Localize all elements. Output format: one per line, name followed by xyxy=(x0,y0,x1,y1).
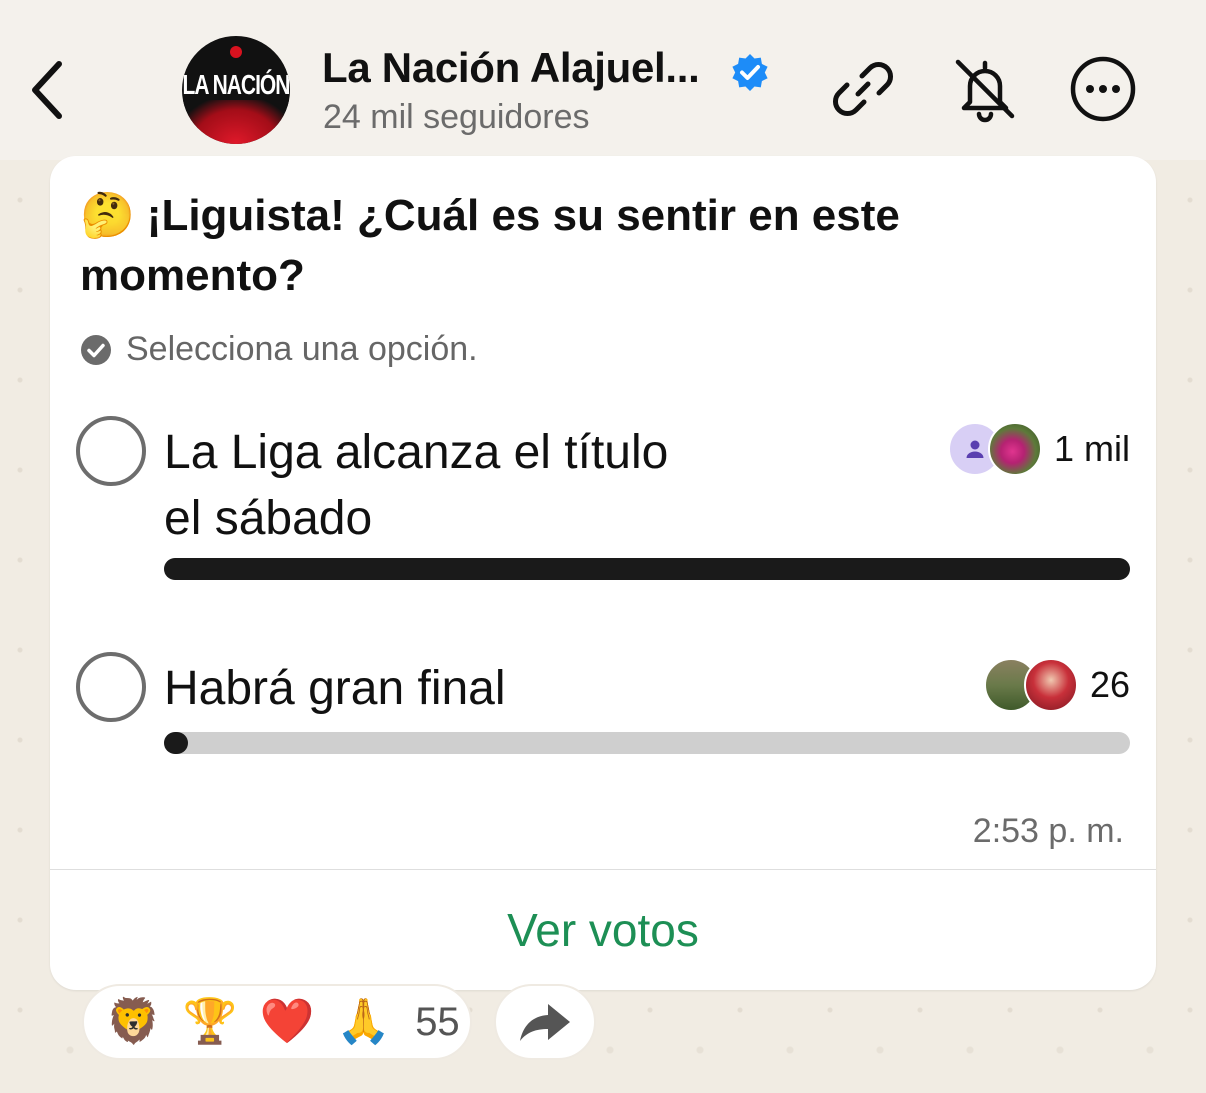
voter-avatar xyxy=(987,422,1042,476)
forward-button[interactable] xyxy=(494,984,596,1060)
channel-name[interactable]: La Nación Alajuel... xyxy=(322,44,700,92)
voter-avatar xyxy=(1023,658,1078,712)
message-timestamp: 2:53 p. m. xyxy=(972,812,1124,850)
vote-count: 26 xyxy=(1089,664,1130,705)
option-radio[interactable] xyxy=(76,416,146,486)
channel-header: LA NACIÓN La Nación Alajuel... 24 mil se… xyxy=(0,0,1206,160)
lion-icon: 🦁 xyxy=(106,997,161,1046)
back-button[interactable] xyxy=(22,58,72,122)
option-label: Habrá gran final xyxy=(164,662,506,715)
more-circle-icon xyxy=(1070,56,1136,122)
verified-badge-icon xyxy=(732,54,768,91)
folded-hands-icon: 🙏 xyxy=(336,997,392,1046)
poll-message-card: 🤔 ¡Liguista! ¿Cuál es su sentir en este m… xyxy=(50,156,1156,990)
poll-option-2[interactable]: Habrá gran final 26 xyxy=(76,652,1136,762)
poll-option-1[interactable]: La Liga alcanza el título el sábado 1 mi… xyxy=(76,416,1136,586)
copy-link-button[interactable] xyxy=(828,54,898,124)
vote-progress-bar xyxy=(164,732,1130,754)
option-voters[interactable]: 26 xyxy=(983,658,1130,712)
trophy-icon: 🏆 xyxy=(182,997,238,1046)
check-circle-icon xyxy=(81,334,111,365)
poll-hint-text: Selecciona una opción. xyxy=(126,330,478,368)
option-radio[interactable] xyxy=(76,652,146,722)
poll-question-text: ¡Liguista! ¿Cuál es su sentir en este mo… xyxy=(80,191,900,300)
view-votes-button[interactable]: Ver votos xyxy=(50,870,1156,990)
mute-button[interactable] xyxy=(950,54,1020,124)
chevron-left-icon xyxy=(32,61,62,119)
vote-count: 1 mil xyxy=(1053,428,1130,469)
more-options-button[interactable] xyxy=(1068,54,1138,124)
reaction-count: 55 xyxy=(415,999,460,1044)
heart-icon: ❤️ xyxy=(259,997,315,1046)
link-icon xyxy=(833,62,893,116)
reactions-pill[interactable]: 🦁 🏆 ❤️ 🙏 55 xyxy=(82,984,472,1060)
option-label: La Liga alcanza el título el sábado xyxy=(164,426,669,545)
poll-hint: Selecciona una opción. xyxy=(80,330,478,369)
vote-progress-fill xyxy=(164,558,1130,580)
option-voters[interactable]: 1 mil xyxy=(947,422,1130,476)
channel-avatar[interactable]: LA NACIÓN xyxy=(182,36,290,144)
bell-off-icon xyxy=(955,59,1015,123)
vote-progress-bar xyxy=(164,558,1130,580)
forward-arrow-icon xyxy=(520,1004,570,1041)
poll-question: 🤔 ¡Liguista! ¿Cuál es su sentir en este m… xyxy=(80,186,1040,306)
person-icon xyxy=(966,440,984,458)
avatar-logo-text: LA NACIÓN xyxy=(182,70,290,101)
vote-progress-fill xyxy=(164,732,189,754)
thinking-face-icon: 🤔 xyxy=(80,191,135,240)
followers-count: 24 mil seguidores xyxy=(323,98,590,136)
